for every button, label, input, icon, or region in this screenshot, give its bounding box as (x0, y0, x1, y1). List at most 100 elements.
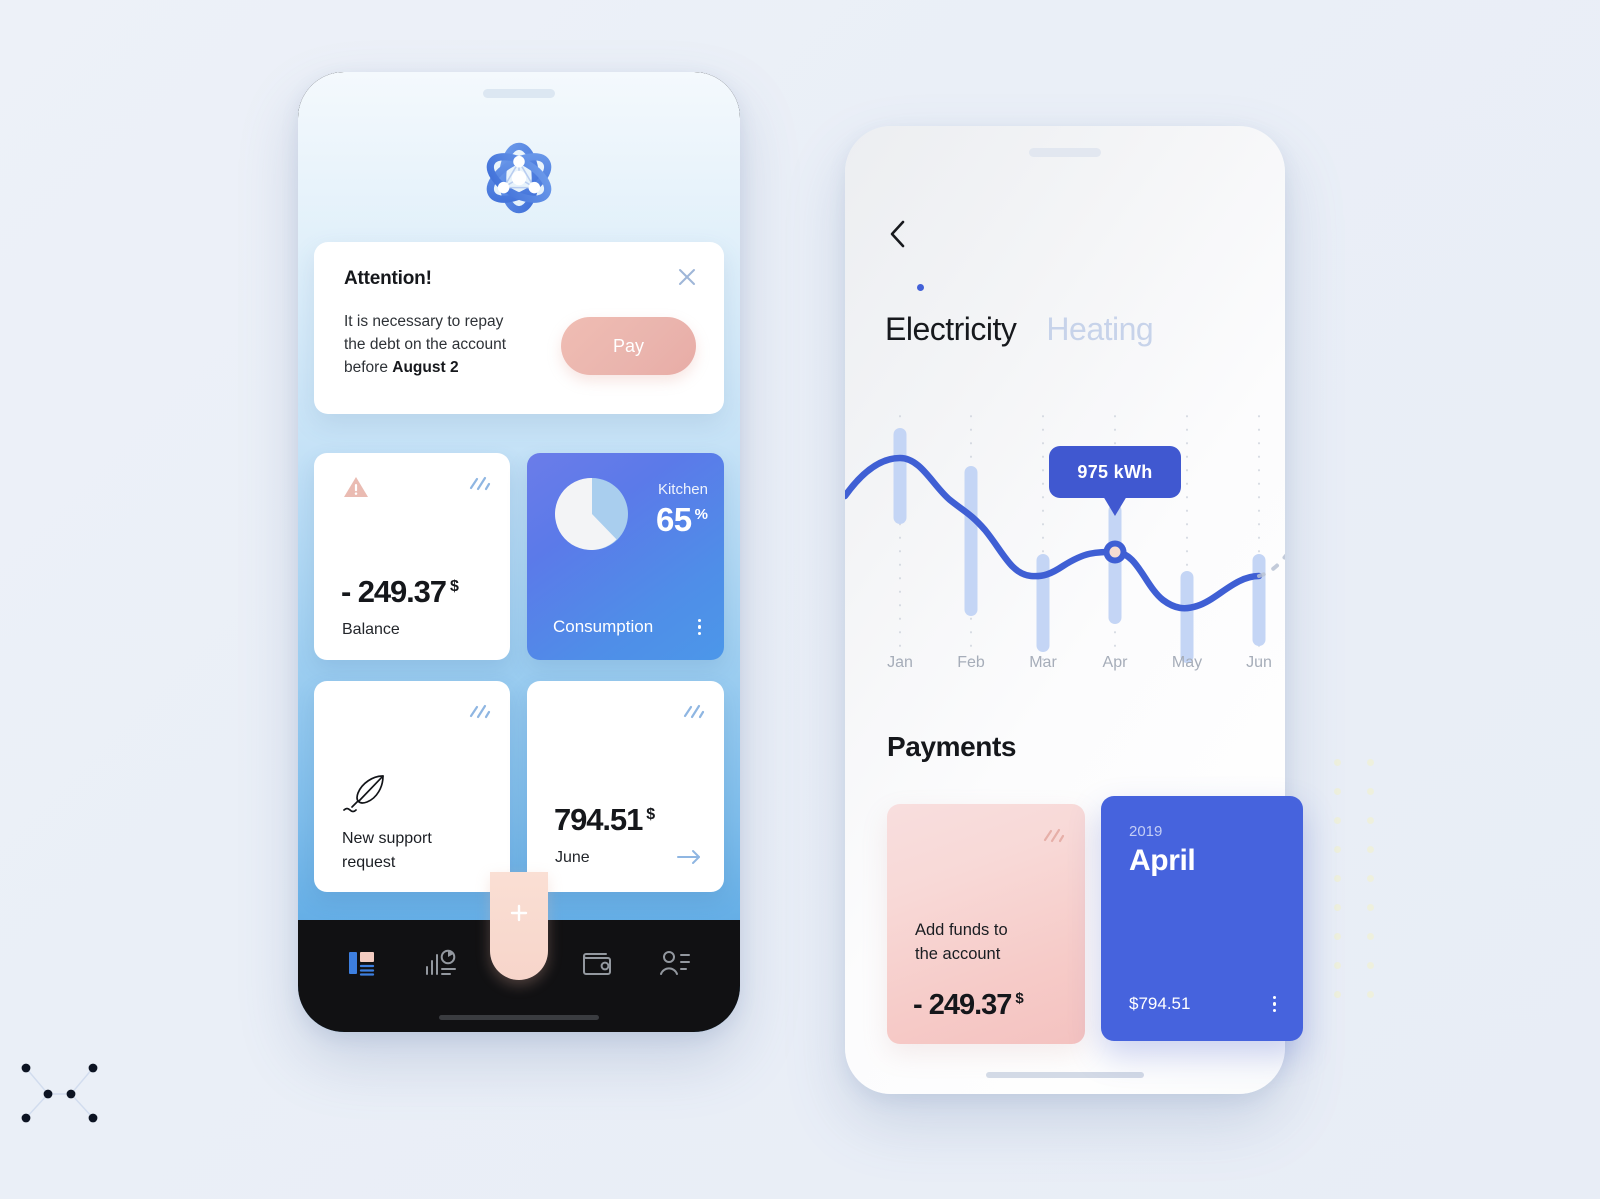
sidebar-item-analytics[interactable] (416, 943, 466, 987)
chart-x-axis-labels: Jan Feb Mar Apr May Jun (845, 654, 1285, 680)
feather-quill-icon (342, 773, 388, 818)
vertical-dots-icon[interactable] (1270, 993, 1280, 1016)
home-indicator (439, 1015, 599, 1020)
alert-title: Attention! (344, 268, 432, 289)
x-tick-jan: Jan (887, 654, 913, 671)
grid-dot (1367, 962, 1374, 969)
april-month: April (1129, 844, 1196, 877)
add-funds-card[interactable]: Add funds to the account - 249.37 $ (887, 804, 1085, 1044)
tab-electricity-label: Electricity (885, 311, 1017, 347)
user-list-icon (659, 949, 691, 982)
balance-tile[interactable]: - 249.37 $ Balance (314, 453, 510, 660)
chart-tooltip (1049, 446, 1181, 516)
page-title-payments: Payments (887, 731, 1017, 762)
grid-dot (1334, 991, 1341, 998)
consumption-footer: Consumption (553, 616, 704, 639)
grid-dot (1334, 933, 1341, 940)
chart-highlight-point[interactable] (1103, 540, 1127, 564)
alert-line-2: the debt on the account (344, 335, 507, 353)
tab-heating-label: Heating (1046, 311, 1154, 347)
dot-grid-decoration (1330, 755, 1410, 1010)
close-icon[interactable] (674, 264, 700, 290)
sidebar-item-wallet[interactable] (572, 943, 622, 987)
support-request-label: New support request (342, 827, 432, 875)
active-tab-dot (917, 284, 924, 291)
vertical-dots-icon[interactable] (695, 616, 705, 639)
chevron-left-icon[interactable] (883, 214, 913, 259)
support-line-2: request (342, 854, 396, 871)
diagonal-slashes-icon (1041, 824, 1067, 853)
x-tick-apr: Apr (1102, 654, 1128, 671)
june-value: 794.51 (554, 802, 643, 837)
add-funds-label: Add funds to the account (915, 918, 1008, 967)
add-funds-value: - 249.37 (913, 989, 1012, 1021)
tab-electricity[interactable]: Electricity (885, 284, 1017, 348)
molecule-decoration (21, 1063, 98, 1123)
chart-svg (845, 415, 1285, 663)
balance-caption: Balance (342, 621, 400, 638)
add-funds-line-1: Add funds to (915, 921, 1008, 939)
speaker-bar (483, 89, 555, 98)
x-tick-jun: Jun (1246, 654, 1272, 671)
kitchen-label: Kitchen (657, 481, 708, 498)
april-payment-card[interactable]: 2019 April $794.51 (1101, 796, 1303, 1041)
april-year: 2019 (1129, 823, 1163, 840)
april-amount: $794.51 (1129, 993, 1191, 1013)
diagonal-slashes-icon (467, 472, 493, 501)
percent-unit: % (694, 506, 708, 523)
alert-due-date: August 2 (392, 358, 459, 376)
june-caption: June (555, 849, 590, 866)
x-tick-may: May (1171, 654, 1203, 671)
x-tick-feb: Feb (957, 654, 985, 671)
wallet-icon (581, 950, 613, 981)
dashboard-blocks-icon (348, 949, 378, 982)
pay-button[interactable]: Pay (561, 317, 696, 375)
grid-dot (1334, 962, 1341, 969)
left-phone-screen: Attention! It is necessary to repay the … (298, 72, 740, 1032)
grid-dot (1367, 933, 1374, 940)
diagonal-slashes-icon (681, 700, 707, 729)
add-funds-amount: - 249.37 $ (913, 989, 1024, 1022)
grid-dot (1367, 991, 1374, 998)
alert-line-1: It is necessary to repay (344, 313, 504, 330)
add-button[interactable] (490, 872, 548, 980)
diagonal-slashes-icon (467, 700, 493, 729)
consumption-caption: Consumption (553, 616, 654, 636)
june-amount: 794.51 $ (554, 802, 655, 838)
category-tabs: Electricity Heating (885, 284, 1154, 348)
arrow-right-icon[interactable] (676, 849, 702, 870)
grid-dot (1334, 904, 1341, 911)
sidebar-item-dashboard[interactable] (338, 943, 388, 987)
grid-dot (1334, 788, 1341, 795)
june-currency: $ (646, 805, 656, 823)
grid-dot (1367, 904, 1374, 911)
grid-dot (1334, 759, 1341, 766)
attention-alert-card: Attention! It is necessary to repay the … (314, 242, 724, 414)
grid-dot (1334, 846, 1341, 853)
grid-dot (1367, 788, 1374, 795)
pie-chart-icon (553, 475, 631, 553)
sidebar-item-profile[interactable] (650, 943, 700, 987)
consumption-line-chart[interactable]: 975 kWh (845, 406, 1285, 676)
support-request-tile[interactable]: New support request (314, 681, 510, 892)
add-funds-line-2: the account (915, 945, 1001, 964)
kitchen-percent-value: 65 (655, 501, 692, 538)
phone-left: Attention! It is necessary to repay the … (298, 72, 740, 1032)
support-line-1: New support (342, 830, 432, 847)
alert-line-3-prefix: before (344, 358, 393, 376)
grid-dot (1367, 759, 1374, 766)
x-tick-mar: Mar (1029, 654, 1057, 671)
speaker-bar (1029, 148, 1101, 157)
balance-amount: - 249.37 $ (341, 574, 459, 610)
add-funds-currency: $ (1015, 990, 1024, 1008)
kitchen-percent: 65% (656, 501, 708, 539)
app-logo (471, 130, 567, 231)
grid-dot (1334, 817, 1341, 824)
consumption-tile[interactable]: Kitchen 65% Consumption (527, 453, 724, 660)
bar-pie-chart-icon (425, 949, 457, 982)
june-payment-tile[interactable]: 794.51 $ June (527, 681, 724, 892)
grid-dot (1367, 817, 1374, 824)
tab-heating[interactable]: Heating (1046, 311, 1153, 348)
grid-dot (1334, 875, 1341, 882)
grid-dot (1367, 875, 1374, 882)
